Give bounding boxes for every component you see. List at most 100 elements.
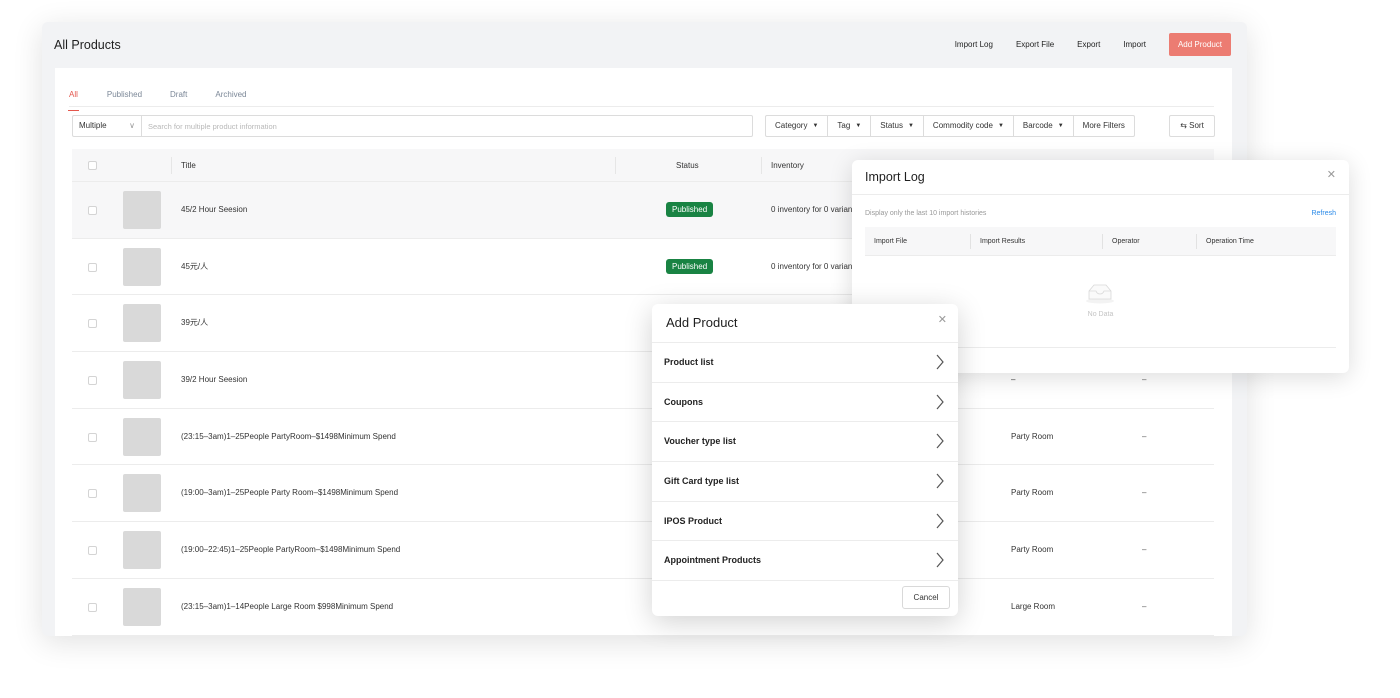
option-label: Gift Card type list bbox=[664, 476, 740, 487]
column-header-operator: Operator bbox=[1112, 238, 1140, 245]
column-separator bbox=[1196, 234, 1197, 249]
tag-filter-label: Tag bbox=[837, 121, 851, 130]
caret-down-icon: ▼ bbox=[855, 123, 862, 129]
category-filter[interactable]: Category ▼ bbox=[766, 116, 829, 136]
column-header-import-file: Import File bbox=[874, 238, 908, 245]
row-checkbox[interactable] bbox=[88, 432, 97, 442]
row-checkbox[interactable] bbox=[88, 206, 97, 215]
empty-box-icon bbox=[1086, 284, 1114, 304]
product-list-option[interactable]: Product list bbox=[652, 343, 958, 383]
add-product-button[interactable]: Add Product bbox=[1168, 33, 1231, 56]
product-title[interactable]: 39元/人 bbox=[181, 295, 208, 351]
product-title[interactable]: (23:15–3am)1–14People Large Room $998Min… bbox=[181, 579, 393, 635]
page-title: All Products bbox=[54, 38, 121, 52]
coupons-option[interactable]: Coupons bbox=[652, 383, 958, 423]
cancel-button[interactable]: Cancel bbox=[902, 586, 950, 609]
table-row[interactable]: (23:15–3am)1–14People Large Room $998Min… bbox=[72, 579, 1214, 636]
header-actions: Import Log Export File Export Import Add… bbox=[932, 33, 1231, 56]
export-file-button[interactable]: Export File bbox=[1016, 40, 1054, 49]
option-label: Appointment Products bbox=[664, 555, 761, 566]
status-tabs: All Published Draft Archived bbox=[68, 90, 247, 111]
column-separator bbox=[171, 157, 172, 174]
appointment-products-option[interactable]: Appointment Products bbox=[652, 541, 958, 582]
product-thumbnail bbox=[123, 304, 161, 343]
filter-row: Multiple ∨ Category ▼ Tag ▼ Status ▼ Commod… bbox=[72, 115, 1215, 137]
import-button[interactable]: Import bbox=[1123, 40, 1146, 49]
column-header-inventory: Inventory bbox=[771, 161, 804, 170]
category-text: Party Room bbox=[1011, 488, 1054, 498]
close-icon[interactable]: ✕ bbox=[938, 313, 947, 326]
caret-down-icon: ▼ bbox=[907, 123, 914, 129]
tab-archived[interactable]: Archived bbox=[215, 90, 246, 104]
refresh-link[interactable]: Refresh bbox=[1311, 210, 1336, 217]
add-product-modal: Add Product ✕ Product list Coupons Vouch… bbox=[652, 304, 958, 616]
voucher-type-list-option[interactable]: Voucher type list bbox=[652, 422, 958, 463]
product-thumbnail bbox=[123, 417, 161, 456]
barcode-filter-label: Barcode bbox=[1022, 121, 1053, 130]
empty-value: – bbox=[1142, 431, 1147, 441]
chevron-right-icon bbox=[936, 473, 944, 489]
row-checkbox[interactable] bbox=[88, 602, 97, 612]
product-thumbnail bbox=[123, 191, 161, 229]
category-text: Large Room bbox=[1011, 601, 1056, 611]
filter-dropdowns: Category ▼ Tag ▼ Status ▼ Commodity code ▼ B… bbox=[765, 115, 1135, 137]
table-row[interactable]: (19:00–3am)1–25People Party Room–$1498Mi… bbox=[72, 465, 1214, 523]
commodity-code-filter[interactable]: Commodity code ▼ bbox=[924, 116, 1014, 136]
row-checkbox[interactable] bbox=[88, 376, 97, 386]
gift-card-type-list-option[interactable]: Gift Card type list bbox=[652, 462, 958, 502]
tab-draft[interactable]: Draft bbox=[170, 90, 187, 104]
row-checkbox[interactable] bbox=[88, 489, 97, 499]
chevron-right-icon bbox=[936, 433, 944, 449]
product-type-list: Product list Coupons Voucher type list G… bbox=[652, 342, 958, 582]
product-title[interactable]: (19:00–22:45)1–25People PartyRoom–$1498M… bbox=[181, 522, 400, 578]
empty-value: – bbox=[1142, 545, 1147, 555]
row-checkbox[interactable] bbox=[88, 262, 97, 272]
tab-published[interactable]: Published bbox=[107, 90, 142, 104]
table-row[interactable]: (23:15–3am)1–25People PartyRoom–$1498Min… bbox=[72, 409, 1214, 466]
caret-down-icon: ▼ bbox=[997, 123, 1004, 129]
status-filter[interactable]: Status ▼ bbox=[871, 116, 924, 136]
column-header-title: Title bbox=[181, 161, 196, 170]
product-title[interactable]: 39/2 Hour Seesion bbox=[181, 352, 247, 408]
chevron-right-icon bbox=[936, 513, 944, 529]
column-header-operation-time: Operation Time bbox=[1206, 238, 1254, 245]
column-separator bbox=[970, 234, 971, 249]
tag-filter[interactable]: Tag ▼ bbox=[828, 116, 872, 136]
row-checkbox[interactable] bbox=[88, 319, 97, 329]
product-title[interactable]: 45元/人 bbox=[181, 239, 208, 295]
column-separator bbox=[615, 157, 616, 174]
export-button[interactable]: Export bbox=[1077, 40, 1100, 49]
chevron-right-icon bbox=[936, 394, 944, 410]
select-all-checkbox[interactable] bbox=[88, 161, 97, 170]
sort-button[interactable]: ⇆ Sort bbox=[1169, 115, 1215, 137]
inventory-text: 0 inventory for 0 variants bbox=[771, 261, 855, 271]
column-separator bbox=[1102, 234, 1103, 249]
product-title[interactable]: (23:15–3am)1–25People PartyRoom–$1498Min… bbox=[181, 409, 396, 465]
column-separator bbox=[761, 157, 762, 174]
add-product-title: Add Product bbox=[666, 315, 738, 330]
status-badge: Published bbox=[666, 202, 714, 217]
product-thumbnail bbox=[123, 247, 161, 286]
tab-all[interactable]: All bbox=[68, 90, 79, 111]
empty-value: – bbox=[1142, 488, 1147, 498]
table-row[interactable]: (19:00–22:45)1–25People PartyRoom–$1498M… bbox=[72, 522, 1214, 579]
row-checkbox[interactable] bbox=[88, 546, 97, 556]
product-title[interactable]: (19:00–3am)1–25People Party Room–$1498Mi… bbox=[181, 465, 398, 521]
column-header-status: Status bbox=[676, 161, 699, 170]
import-log-table-header: Import File Import Results Operator Oper… bbox=[865, 227, 1336, 256]
tabs-divider bbox=[69, 106, 1214, 107]
more-filters-button[interactable]: More Filters bbox=[1074, 116, 1134, 136]
option-label: Product list bbox=[664, 357, 714, 367]
search-mode-value: Multiple bbox=[79, 121, 107, 130]
category-filter-label: Category bbox=[775, 121, 808, 130]
barcode-filter[interactable]: Barcode ▼ bbox=[1014, 116, 1074, 136]
inventory-text: 0 inventory for 0 variants bbox=[771, 205, 855, 214]
ipos-product-option[interactable]: IPOS Product bbox=[652, 502, 958, 542]
product-thumbnail bbox=[123, 361, 161, 400]
search-input[interactable] bbox=[142, 115, 753, 137]
product-title[interactable]: 45/2 Hour Seesion bbox=[181, 182, 247, 238]
divider bbox=[852, 194, 1349, 195]
import-log-button[interactable]: Import Log bbox=[955, 40, 993, 49]
search-mode-select[interactable]: Multiple ∨ bbox=[72, 115, 142, 137]
close-icon[interactable]: ✕ bbox=[1327, 168, 1336, 181]
